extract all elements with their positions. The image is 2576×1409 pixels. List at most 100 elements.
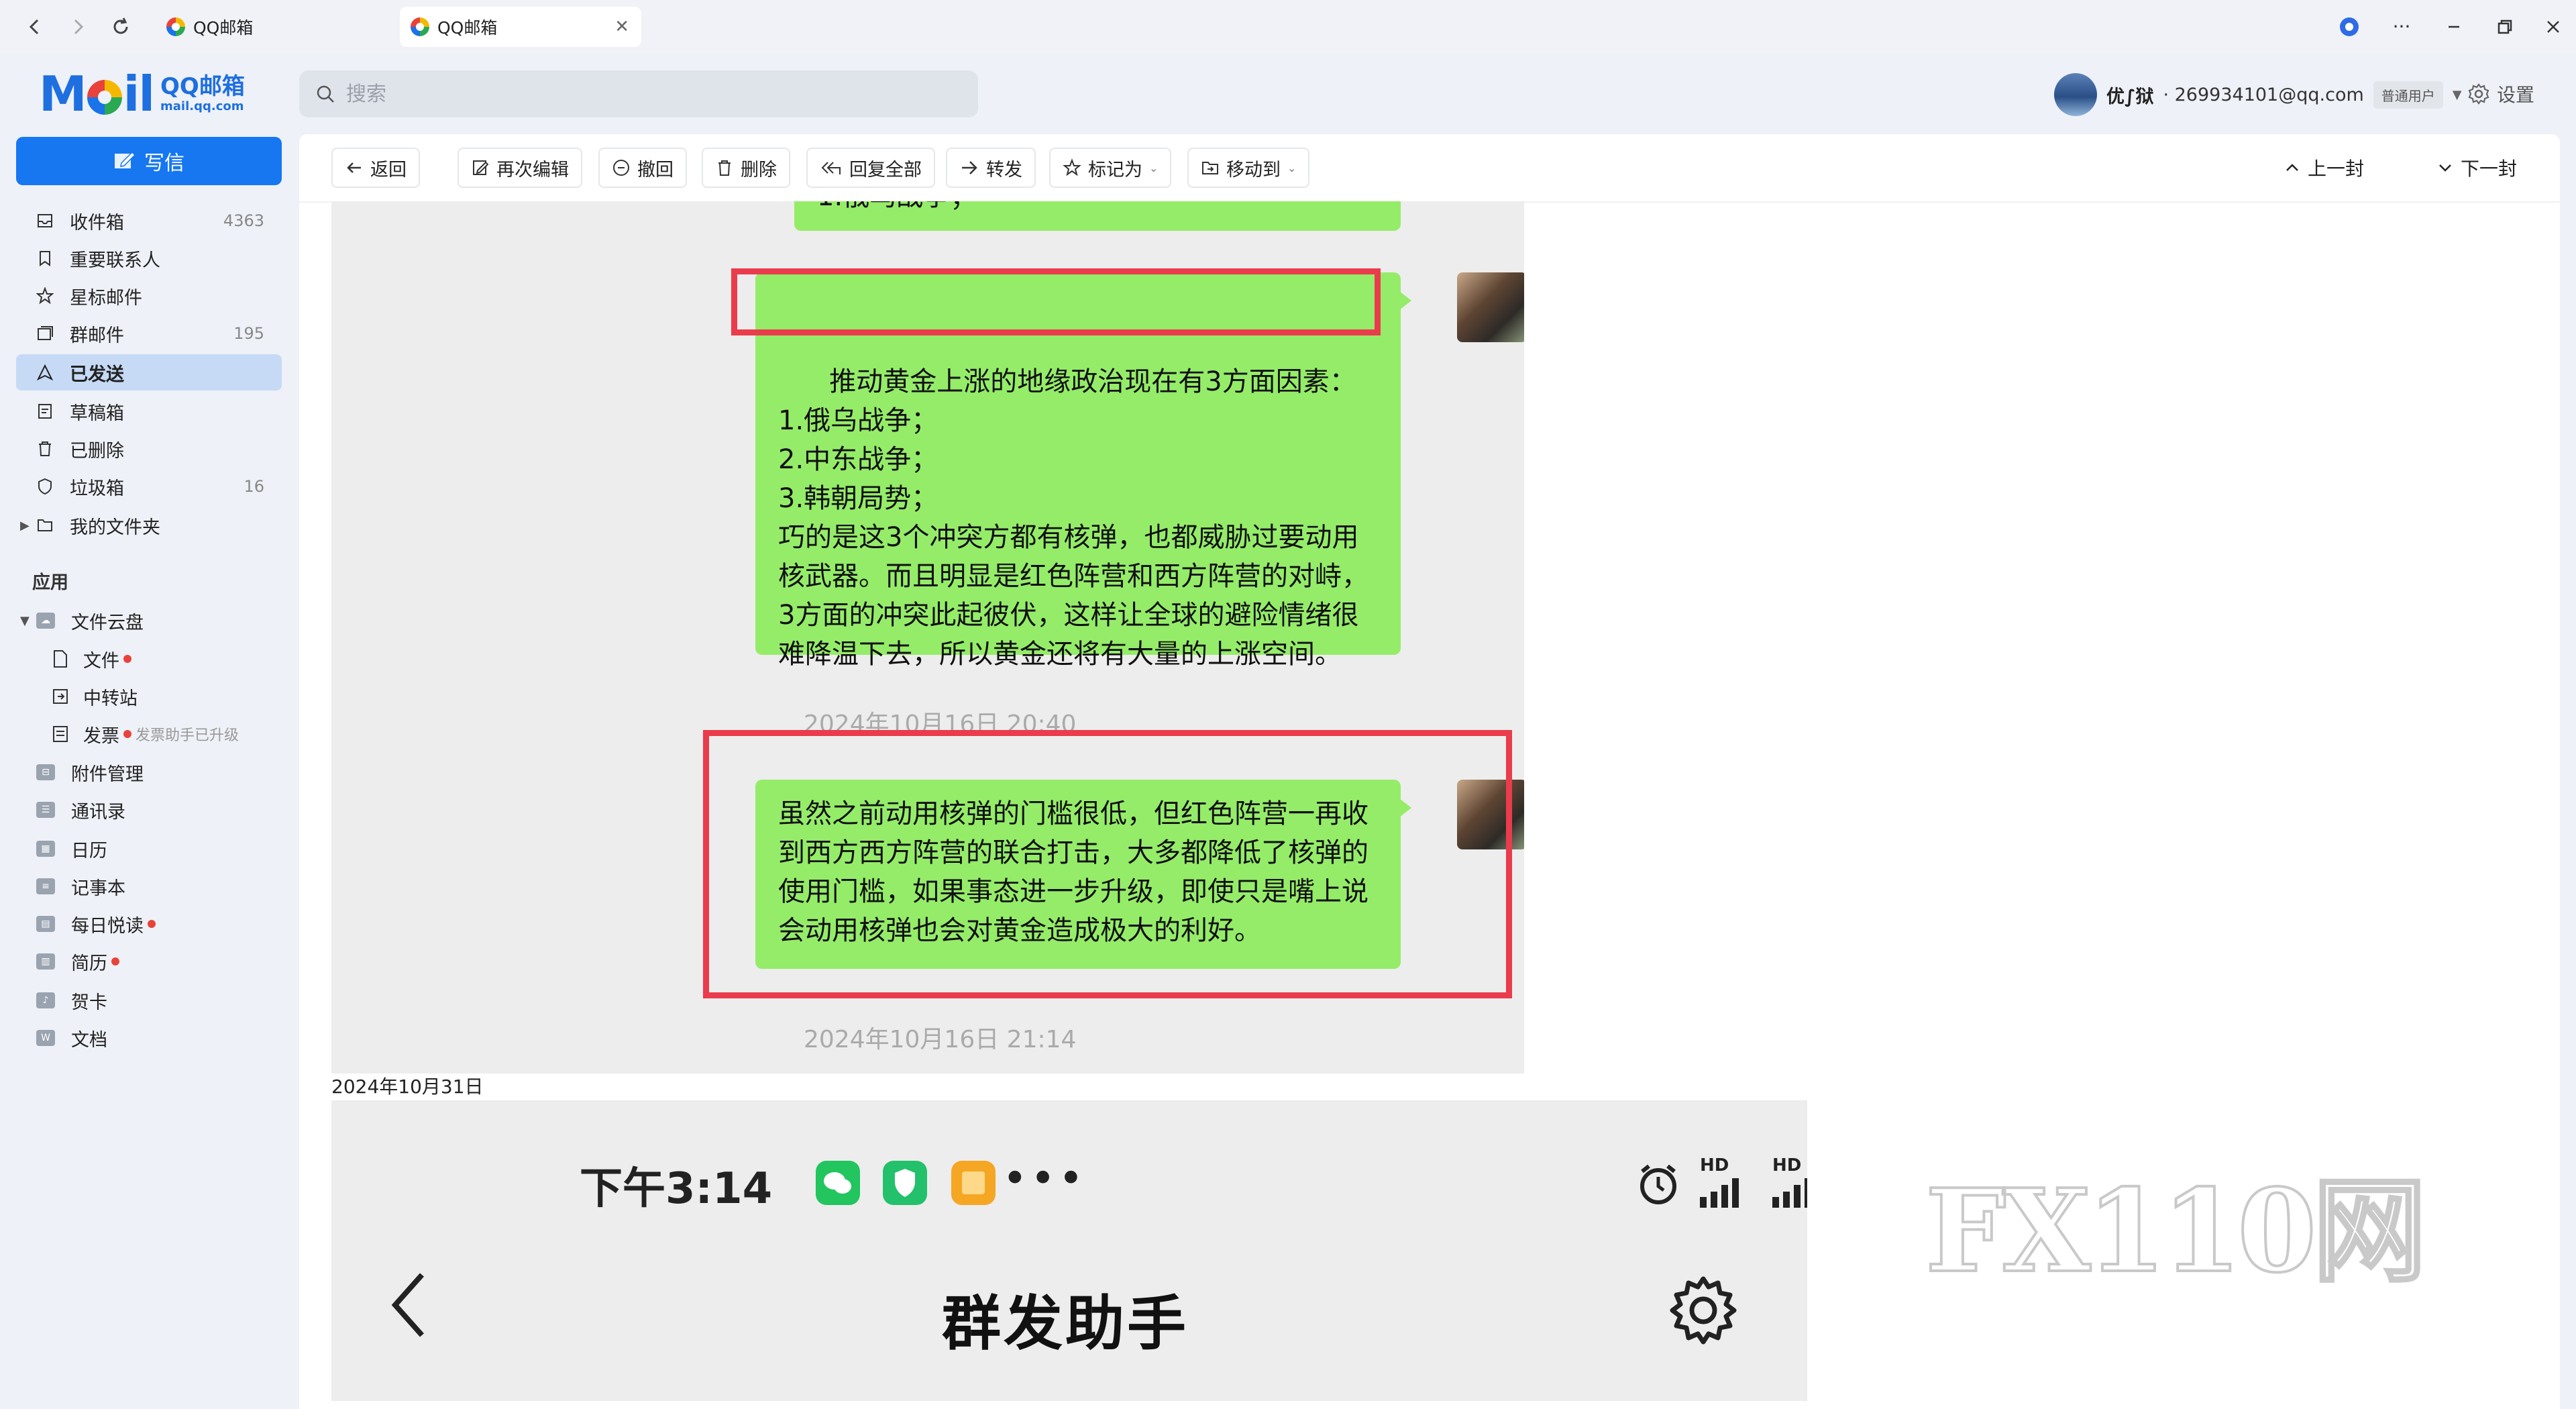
forward-button[interactable]: 转发 <box>946 148 1036 188</box>
browser-tab-bar: QQ邮箱 QQ邮箱 ✕ ··· <box>0 0 2576 54</box>
edit-icon <box>473 160 489 175</box>
sidebar-item-important-contacts[interactable]: 重要联系人 <box>16 240 282 276</box>
extension-icon[interactable] <box>2334 12 2364 42</box>
settings-button[interactable]: 设置 <box>2467 81 2534 107</box>
bookmark-icon <box>36 250 54 267</box>
sidebar-item-spam[interactable]: 垃圾箱 16 <box>16 468 282 505</box>
sidebar-item-sent[interactable]: 已发送 <box>16 354 282 390</box>
sidebar-item-starred[interactable]: 星标邮件 <box>16 278 282 314</box>
reply-all-button[interactable]: 回复全部 <box>806 148 935 188</box>
sidebar-item-notepad[interactable]: ≡ 记事本 <box>16 868 282 904</box>
cloud-drive-icon: ☁ <box>36 613 55 629</box>
apps-heading: 应用 <box>32 572 68 593</box>
window-minimize-icon[interactable] <box>2439 12 2469 42</box>
logo-cn-text: QQ邮箱 <box>160 73 245 100</box>
window-restore-icon[interactable] <box>2490 12 2520 42</box>
browser-menu-icon[interactable]: ··· <box>2387 12 2416 42</box>
send-icon <box>36 364 54 381</box>
tab-title: QQ邮箱 <box>437 18 498 38</box>
recall-label: 撤回 <box>637 159 674 180</box>
sidebar-item-inbox[interactable]: 收件箱 4363 <box>16 203 282 239</box>
tab-close-icon[interactable]: ✕ <box>614 17 629 37</box>
phone-page-title: 群发助手 <box>942 1289 1189 1358</box>
browser-back-icon[interactable] <box>20 12 50 42</box>
sidebar-item-label: 文件 <box>83 650 119 672</box>
invoice-upgrade-note: 发票助手已升级 <box>136 727 239 744</box>
sidebar-item-label: 贺卡 <box>71 992 107 1013</box>
qqmail-favicon-icon <box>411 17 429 36</box>
recall-button[interactable]: 撤回 <box>598 148 687 188</box>
attachment-icon: ⊟ <box>36 764 55 780</box>
sidebar-item-attachments[interactable]: ⊟ 附件管理 <box>16 754 282 790</box>
star-icon <box>36 287 54 305</box>
sidebar-item-files[interactable]: 文件 <box>52 641 131 676</box>
wechat-icon <box>816 1161 860 1205</box>
sidebar-item-label: 日历 <box>71 840 107 862</box>
mark-as-dropdown[interactable]: 标记为 ⌄ <box>1049 148 1172 188</box>
search-input[interactable] <box>345 81 951 107</box>
next-mail-button[interactable]: 下一封 <box>2436 154 2517 181</box>
sidebar-item-label: 附件管理 <box>71 764 144 785</box>
sidebar-item-contacts[interactable]: ☰ 通讯录 <box>16 792 282 828</box>
signal-icon <box>1772 1178 1807 1208</box>
sidebar-item-file-cloud[interactable]: ▼ ☁ 文件云盘 <box>16 603 282 639</box>
book-icon: ▤ <box>36 916 55 932</box>
sidebar-item-label: 文档 <box>71 1029 107 1051</box>
chat-message-text: 1.俄乌战争； <box>817 201 977 212</box>
qqmail-logo[interactable]: Mil QQ邮箱 mail.qq.com <box>39 66 245 122</box>
delete-button[interactable]: 删除 <box>702 148 790 188</box>
sidebar-item-invoice[interactable]: 发票 发票助手已升级 <box>52 717 239 751</box>
user-account[interactable]: 优∫狱 · 269934101@qq.com 普通用户 ▼ <box>2054 72 2462 117</box>
reedit-button[interactable]: 再次编辑 <box>458 148 582 188</box>
resume-icon: ▥ <box>36 953 55 970</box>
calendar-icon: ▦ <box>36 841 55 857</box>
settings-label: 设置 <box>2497 84 2535 106</box>
next-label: 下一封 <box>2461 158 2518 180</box>
sidebar-item-group-mail[interactable]: 群邮件 195 <box>16 315 282 352</box>
browser-forward-icon[interactable] <box>63 12 93 42</box>
group-mail-icon <box>36 325 54 342</box>
move-to-dropdown[interactable]: 移动到 ⌄ <box>1187 148 1310 188</box>
reply-all-icon <box>821 162 841 174</box>
chevron-down-icon[interactable]: ▼ <box>2453 88 2462 102</box>
sidebar-item-calendar[interactable]: ▦ 日历 <box>16 831 282 867</box>
user-name: 优∫狱 <box>2106 86 2154 107</box>
sidebar-item-deleted[interactable]: 已删除 <box>16 431 282 467</box>
forward-label: 转发 <box>986 159 1022 180</box>
avatar[interactable] <box>2054 73 2097 116</box>
spam-count: 16 <box>244 477 264 496</box>
sidebar-item-drafts[interactable]: 草稿箱 <box>16 393 282 429</box>
sidebar-item-label: 收件箱 <box>70 212 124 233</box>
sidebar-item-daily-reading[interactable]: ▤ 每日悦读 <box>16 906 282 942</box>
sidebar-item-resume[interactable]: ▥ 简历 <box>16 943 282 980</box>
back-button[interactable]: 返回 <box>331 148 420 188</box>
notepad-icon: ≡ <box>36 878 55 894</box>
star-icon <box>1063 158 1081 176</box>
search-box[interactable] <box>299 70 978 117</box>
trash-icon <box>36 440 54 458</box>
notification-dot <box>123 730 131 738</box>
window-close-icon[interactable] <box>2538 12 2568 42</box>
document-icon: W <box>36 1030 55 1046</box>
prev-mail-button[interactable]: 上一封 <box>2284 154 2364 181</box>
reedit-label: 再次编辑 <box>496 159 569 180</box>
avatar <box>1457 272 1524 342</box>
chat-bubble-partial: 1.俄乌战争； <box>794 201 1401 231</box>
sidebar-item-docs[interactable]: W 文档 <box>16 1020 282 1056</box>
compose-button[interactable]: 写信 <box>16 137 282 185</box>
browser-reload-icon[interactable] <box>106 12 136 42</box>
browser-tab-active[interactable]: QQ邮箱 ✕ <box>400 7 641 47</box>
transfer-icon <box>53 689 68 704</box>
trash-icon <box>718 160 731 176</box>
sidebar-item-my-folders[interactable]: ▶ 我的文件夹 <box>16 507 282 543</box>
sidebar-item-label: 我的文件夹 <box>70 517 160 538</box>
sidebar-item-transfer[interactable]: 中转站 <box>52 679 138 714</box>
expand-arrow-icon[interactable]: ▶ <box>20 519 30 533</box>
user-email: · 269934101@qq.com <box>2163 84 2364 105</box>
gear-icon <box>2468 83 2489 105</box>
collapse-arrow-icon[interactable]: ▼ <box>20 614 30 628</box>
sidebar-item-greeting-card[interactable]: ♪ 贺卡 <box>16 982 282 1019</box>
mail-toolbar: 返回 再次编辑 撤回 删除 回复全部 转发 标记为 ⌄ 移动到 ⌄ 上一封 下一… <box>299 134 2560 203</box>
browser-tab[interactable]: QQ邮箱 <box>156 7 397 47</box>
inbox-count: 4363 <box>223 211 264 230</box>
